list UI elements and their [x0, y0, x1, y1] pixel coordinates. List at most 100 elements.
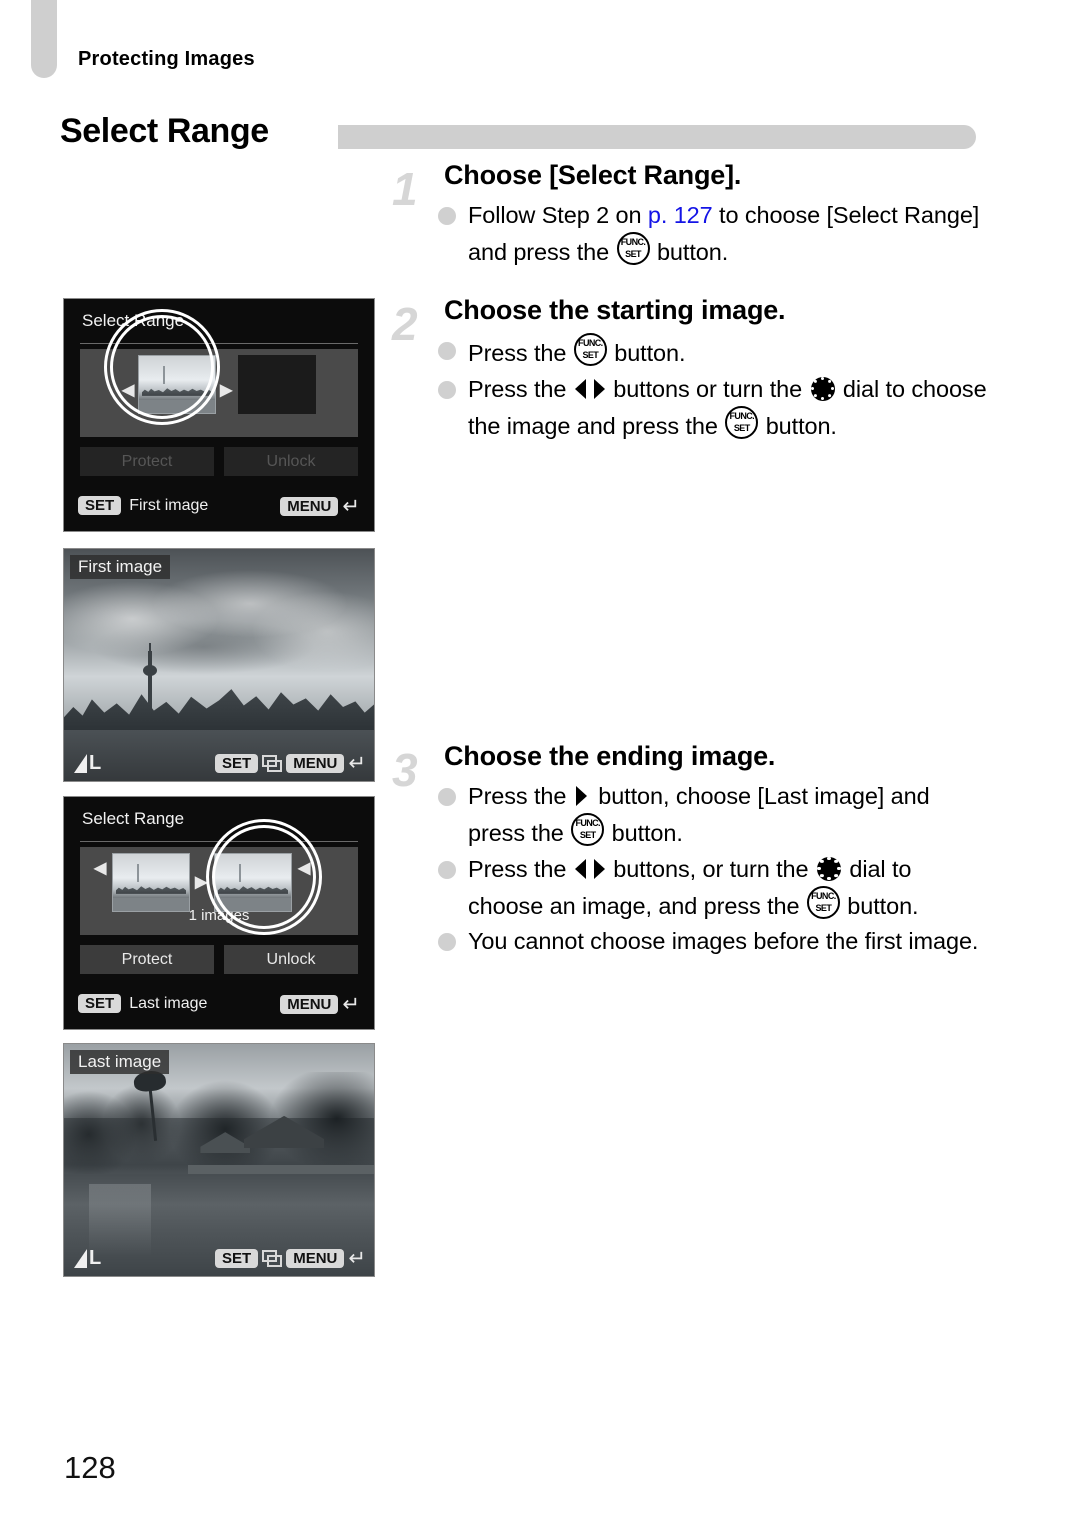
photo-trees: [64, 1071, 374, 1177]
step-number: 1: [392, 163, 418, 215]
thumbnail-selected[interactable]: [138, 355, 216, 414]
back-arrow-icon: ↵: [348, 1247, 366, 1270]
bullet-text-part: button.: [605, 820, 683, 847]
thumb-tower: [239, 864, 242, 883]
back-arrow-icon: ↵: [342, 993, 360, 1016]
func-set-icon: FUNC. SET: [573, 333, 607, 367]
control-dial-icon: [810, 376, 835, 401]
camera-screen-first-image: First image L SET MENU ↵: [63, 548, 375, 782]
menu-badge: MENU: [280, 497, 339, 516]
set-badge: SET: [215, 754, 259, 773]
thumb-water: [139, 400, 215, 413]
page-link[interactable]: p. 127: [648, 202, 713, 228]
thumb-skyline: [142, 388, 212, 396]
image-quality-indicator: L: [74, 1248, 101, 1268]
func-set-icon: FUNC. SET: [571, 813, 605, 847]
camera-screen-last-image: Last image L SET MENU ↵: [63, 1043, 375, 1277]
image-role-tag: First image: [70, 555, 171, 579]
screen-footer: SET MENU ↵: [215, 753, 366, 774]
image-role-tag: Last image: [70, 1050, 170, 1074]
action-buttons: Protect Unlock: [80, 945, 358, 974]
bullet-text-part: button.: [759, 412, 837, 439]
image-quality-indicator: L: [74, 752, 102, 774]
thumb-skyline: [116, 886, 186, 894]
image-strip: ◀ ▶ ◀ 1 images: [80, 847, 358, 935]
step-bullets: Press the button, choose [Last image] an…: [436, 779, 992, 958]
right-button-icon: [575, 785, 589, 807]
thumbnail-empty[interactable]: [238, 355, 316, 414]
back-arrow-icon: ↵: [342, 495, 360, 518]
bullet-text-part: button.: [607, 340, 686, 367]
control-dial-icon: [816, 856, 841, 881]
bullet-item: Follow Step 2 on p. 127 to choose [Selec…: [436, 198, 992, 270]
bullet-item: Press the FUNC. SET button.: [436, 333, 992, 370]
screen-title: Select Range: [82, 311, 185, 330]
menu-hint: MENU ↵: [280, 994, 360, 1015]
bullet-text-part: Press the: [468, 855, 573, 882]
compression-icon: [74, 1249, 87, 1268]
running-head: Protecting Images: [78, 48, 255, 70]
unlock-button[interactable]: Unlock: [224, 447, 358, 476]
menu-hint: MENU ↵: [280, 496, 360, 517]
bullet-item: Press the button, choose [Last image] an…: [436, 779, 992, 851]
image-count-label: 1 images: [188, 907, 250, 924]
camera-screen-select-range-first: Select Range ◀ ▶ Protect Unlock SET Firs…: [63, 298, 375, 532]
left-right-buttons-icon: [574, 378, 605, 400]
step-heading: Choose the starting image.: [444, 295, 786, 326]
bullet-text-part: buttons or turn the: [606, 375, 809, 402]
set-action-label: First image: [129, 496, 209, 514]
protect-button[interactable]: Protect: [80, 447, 214, 476]
step-bullets: Follow Step 2 on p. 127 to choose [Selec…: [436, 198, 992, 270]
set-badge: SET: [78, 994, 122, 1013]
step-2: 2 Choose the starting image. Press the F…: [392, 295, 992, 443]
screen-footer: SET MENU ↵: [215, 1248, 366, 1269]
step-number: 2: [392, 298, 418, 351]
resolution-label: L: [89, 752, 102, 774]
set-badge: SET: [215, 1249, 259, 1268]
bullet-text-part: Follow Step 2 on: [468, 201, 648, 228]
title-rule-bar: [338, 125, 976, 149]
bullet-text-part: buttons, or turn the: [606, 855, 815, 882]
left-right-buttons-icon: [574, 858, 605, 880]
menu-badge: MENU: [280, 995, 339, 1014]
set-hint: SET First image: [78, 496, 208, 515]
step-number: 3: [392, 744, 418, 797]
bullet-text-part: Press the: [468, 340, 573, 367]
thumb-skyline: [218, 886, 288, 894]
action-buttons: Protect Unlock: [80, 447, 358, 476]
photo-skyline: [64, 549, 374, 781]
bullet-text-part: Press the: [468, 783, 573, 810]
photo-clouds: [64, 567, 374, 696]
left-arrow-marker: ◀: [94, 860, 107, 877]
middle-arrow-marker: ▶: [195, 874, 208, 891]
thumb-tower: [137, 864, 140, 883]
right-arrow-marker: ◀: [298, 860, 311, 877]
bullet-text-part: button.: [650, 239, 729, 266]
camera-screen-select-range-last: Select Range ◀ ▶ ◀ 1 images Protect Unlo…: [63, 796, 375, 1030]
page-number: 128: [64, 1450, 116, 1485]
set-hint: SET Last image: [78, 994, 207, 1013]
bullet-item: Press the buttons, or turn the dial to c…: [436, 852, 992, 924]
protect-button[interactable]: Protect: [80, 945, 214, 974]
step-3: 3 Choose the ending image. Press the but…: [392, 741, 992, 958]
set-badge: SET: [78, 496, 122, 515]
chapter-tab: [31, 0, 57, 78]
step-heading: Choose [Select Range].: [444, 160, 742, 190]
divider: [80, 343, 358, 344]
page-title: Select Range: [60, 112, 269, 150]
thumbnail-first[interactable]: [112, 853, 190, 912]
right-arrow-marker: ▶: [220, 382, 233, 399]
func-set-icon: FUNC. SET: [806, 885, 840, 919]
screen-footer: SET First image MENU ↵: [78, 495, 360, 521]
jump-icon: [262, 1250, 283, 1267]
menu-badge: MENU: [286, 754, 345, 773]
step-1: 1 Choose [Select Range]. Follow Step 2 o…: [392, 160, 992, 269]
step-bullets: Press the FUNC. SET button. Press the but…: [436, 333, 992, 443]
unlock-button[interactable]: Unlock: [224, 945, 358, 974]
thumbnail-last-selected[interactable]: [214, 853, 292, 912]
set-action-label: Last image: [129, 994, 208, 1012]
func-set-icon: FUNC. SET: [725, 405, 759, 439]
bullet-item: Press the buttons or turn the dial to ch…: [436, 372, 992, 444]
bullet-item: You cannot choose images before the firs…: [436, 924, 992, 958]
steps-column: 1 Choose [Select Range]. Follow Step 2 o…: [392, 160, 992, 967]
